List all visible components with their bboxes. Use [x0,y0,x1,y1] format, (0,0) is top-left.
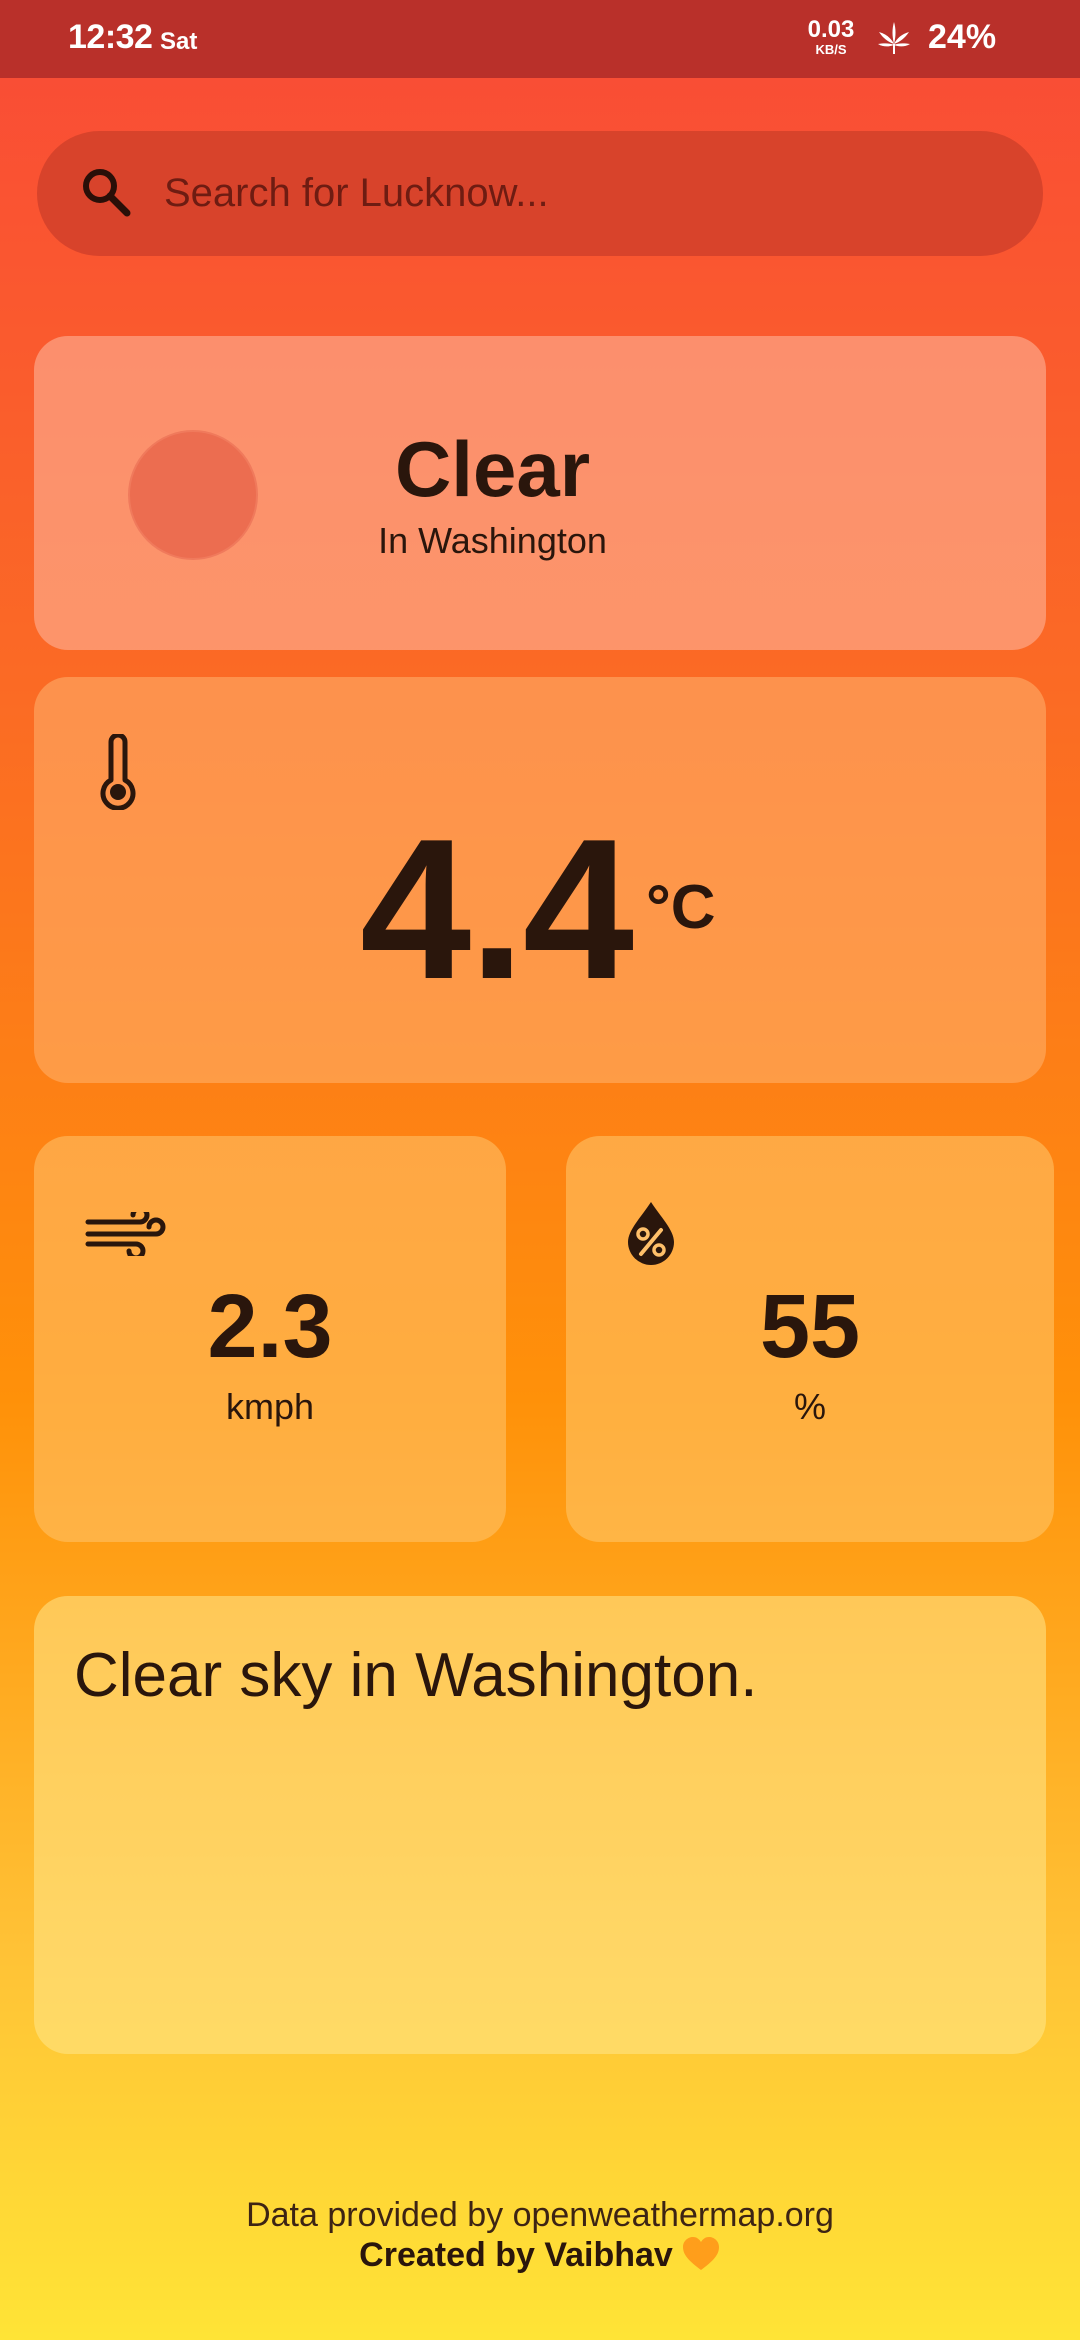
weather-description: Clear sky in Washington. [74,1641,758,1710]
status-bar: 12:32 Sat 0.03 KB/S 24% [0,0,1080,78]
temperature-unit: °C [646,873,716,942]
wind-speed-unit: kmph [225,1386,315,1427]
search-icon[interactable] [80,166,132,218]
orange-heart-icon [682,2237,719,2271]
network-speed-unit: KB/S [815,42,847,57]
status-day: Sat [160,28,198,55]
condition-location: In Washington [378,520,607,561]
battery-percentage: 24% [928,18,997,56]
humidity-percent-icon [628,1202,674,1265]
network-speed-value: 0.03 [807,16,855,43]
thermometer-icon [100,734,136,810]
author-credit-text: Created by Vaibhav [359,2236,673,2274]
humidity-value: 55 [759,1277,861,1377]
sun-icon [128,430,258,560]
leaf-icon [878,22,910,54]
condition-title: Clear [394,425,591,513]
status-time: 12:32 [68,18,153,56]
wind-icon [85,1212,166,1256]
wind-speed-value: 2.3 [207,1277,333,1377]
network-speed: 0.03 KB/S [800,16,862,57]
temperature-value: 4.4 [360,798,634,1021]
humidity-unit: % [793,1386,826,1427]
author-credit: Created by Vaibhav [0,2236,1080,2275]
data-provider-credit: Data provided by openweathermap.org [246,2196,834,2234]
search-input[interactable] [164,151,1004,236]
